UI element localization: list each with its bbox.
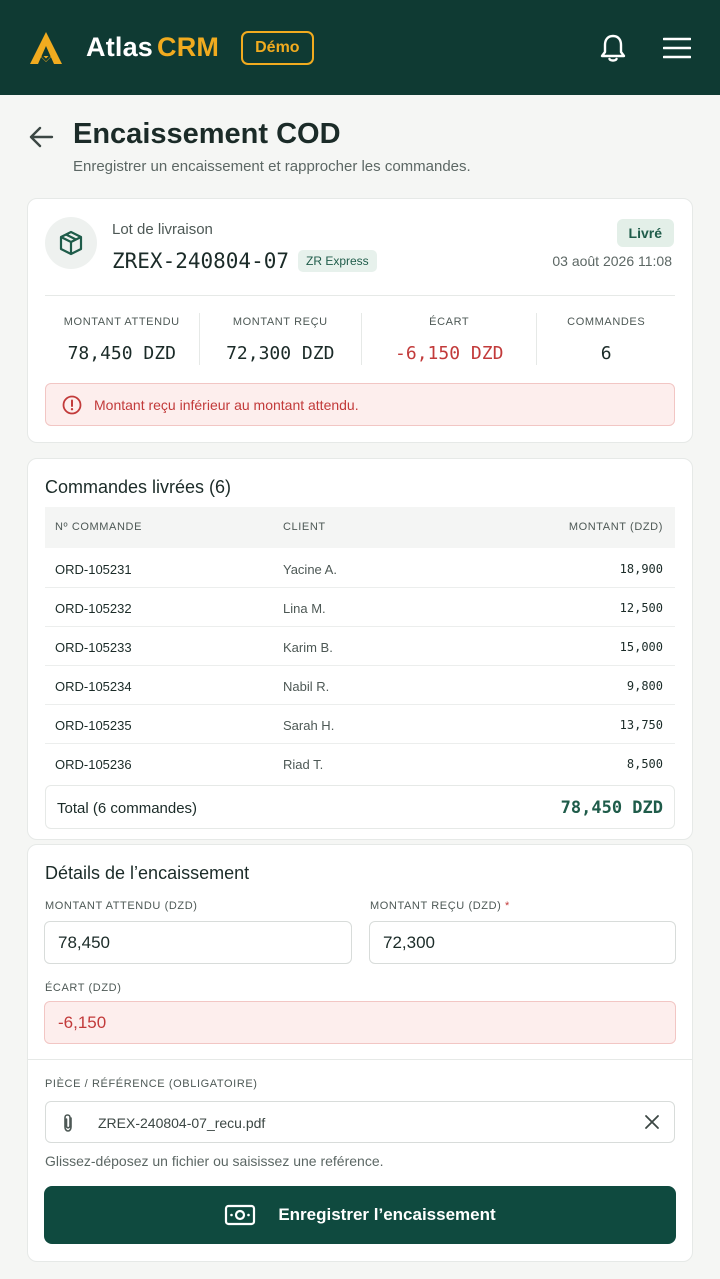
batch-card: Lot de livraison ZREX-240804-07 ZR Expre… [27, 198, 693, 443]
package-avatar [45, 217, 97, 269]
order-client: Karim B. [283, 640, 333, 655]
collection-details-card: Détails de l’encaissement MONTANT ATTEND… [27, 844, 693, 1262]
batch-date: 03 août 2026 11:08 [552, 253, 672, 269]
details-title: Détails de l’encaissement [45, 863, 250, 883]
order-client: Riad T. [283, 757, 324, 772]
back-arrow-icon[interactable] [28, 124, 54, 150]
save-collection-label: Enregistrer l’encaissement [278, 1205, 496, 1224]
alert-circle-icon [62, 395, 82, 414]
table-row[interactable]: ORD-105235 Sarah H. 13,750 [45, 705, 675, 744]
atlas-logo-icon [30, 31, 62, 64]
demo-badge: Démo [241, 30, 314, 65]
total-value: 78,450 DZD [560, 798, 663, 818]
required-mark: * [505, 900, 510, 912]
stat-value: 6 [600, 343, 612, 364]
order-client: Nabil R. [283, 679, 330, 694]
bell-icon [600, 34, 626, 62]
app-header: Atlas CRM Démo [0, 0, 720, 95]
order-id: ORD-105234 [55, 679, 132, 694]
column-header-amount: MONTANT (DZD) [568, 521, 663, 533]
cash-icon [225, 1204, 256, 1226]
stat-value: 78,450 DZD [67, 343, 176, 364]
stat-expected: MONTANT ATTENDU 78,450 DZD [45, 313, 200, 365]
order-amount: 9,800 [626, 679, 663, 693]
stat-label: COMMANDES [567, 316, 646, 328]
status-badge: Livré [616, 219, 674, 247]
stat-value: -6,150 DZD [395, 343, 504, 364]
divider [28, 1059, 692, 1060]
received-label-text: MONTANT REÇU (DZD) [370, 900, 502, 912]
notifications-button[interactable] [598, 33, 628, 63]
stat-gap: ÉCART -6,150 DZD [362, 313, 538, 365]
stat-label: ÉCART [429, 316, 470, 328]
table-row[interactable]: ORD-105232 Lina M. 12,500 [45, 588, 675, 627]
file-name: ZREX-240804-07_recu.pdf [98, 1115, 266, 1131]
mismatch-alert: Montant reçu inférieur au montant attend… [45, 383, 675, 426]
received-amount-label: MONTANT REÇU (DZD) * [370, 900, 510, 912]
order-client: Yacine A. [283, 562, 337, 577]
stat-label: MONTANT REÇU [232, 316, 328, 328]
order-id: ORD-105232 [55, 601, 132, 616]
order-amount: 18,900 [619, 562, 663, 576]
stat-value: 72,300 DZD [226, 343, 335, 364]
order-client: Sarah H. [283, 718, 335, 733]
table-row[interactable]: ORD-105231 Yacine A. 18,900 [45, 549, 675, 588]
file-reference-label: PIÈCE / RÉFÉRENCE (OBLIGATOIRE) [45, 1078, 258, 1090]
received-amount-field[interactable]: 72,300 [369, 921, 676, 964]
table-row[interactable]: ORD-105234 Nabil R. 9,800 [45, 666, 675, 705]
close-icon[interactable] [644, 1114, 660, 1130]
order-amount: 15,000 [619, 640, 663, 654]
table-row[interactable]: ORD-105233 Karim B. 15,000 [45, 627, 675, 666]
stat-received: MONTANT REÇU 72,300 DZD [200, 313, 362, 365]
stat-label: MONTANT ATTENDU [63, 316, 180, 328]
order-id: ORD-105236 [55, 757, 132, 772]
column-header-order: Nº COMMANDE [55, 521, 143, 533]
batch-label: Lot de livraison [112, 221, 213, 238]
page-subtitle: Enregistrer un encaissement et rapproche… [73, 158, 471, 175]
batch-stats: MONTANT ATTENDU 78,450 DZD MONTANT REÇU … [45, 313, 675, 365]
column-header-client: CLIENT [283, 521, 326, 533]
gap-label: ÉCART (DZD) [45, 982, 122, 994]
save-collection-button[interactable]: Enregistrer l’encaissement [44, 1186, 676, 1244]
package-icon [59, 230, 83, 256]
order-id: ORD-105235 [55, 718, 132, 733]
table-row[interactable]: ORD-105236 Riad T. 8,500 [45, 744, 675, 783]
brand-accent: CRM [157, 32, 220, 62]
orders-title: Commandes livrées (6) [45, 477, 232, 497]
app-brand[interactable]: Atlas CRM [86, 32, 219, 63]
file-hint: Glissez-déposez un fichier ou saisissez … [45, 1153, 384, 1169]
expected-amount-field[interactable]: 78,450 [44, 921, 352, 964]
carrier-badge: ZR Express [298, 250, 377, 272]
expected-amount-label: MONTANT ATTENDU (DZD) [45, 900, 198, 912]
order-id: ORD-105231 [55, 562, 132, 577]
order-id: ORD-105233 [55, 640, 132, 655]
order-amount: 8,500 [626, 757, 663, 771]
batch-id: ZREX-240804-07 [112, 249, 290, 273]
divider [45, 295, 675, 296]
menu-icon [663, 37, 691, 58]
file-reference-input[interactable]: ZREX-240804-07_recu.pdf [45, 1101, 675, 1143]
paperclip-icon [64, 1114, 72, 1132]
page-title: Encaissement COD [73, 118, 341, 150]
alert-text: Montant reçu inférieur au montant attend… [94, 396, 359, 413]
table-header: Nº COMMANDE CLIENT MONTANT (DZD) [45, 507, 675, 548]
total-label: Total (6 commandes) [57, 800, 198, 817]
gap-field: -6,150 [44, 1001, 676, 1044]
menu-button[interactable] [662, 33, 692, 63]
orders-card: Commandes livrées (6) Nº COMMANDE CLIENT… [27, 458, 693, 840]
brand-name: Atlas [86, 32, 154, 62]
order-client: Lina M. [283, 601, 326, 616]
order-amount: 13,750 [619, 718, 663, 732]
order-amount: 12,500 [619, 601, 663, 615]
orders-total: Total (6 commandes) 78,450 DZD [45, 785, 675, 829]
stat-orders: COMMANDES 6 [537, 313, 675, 365]
